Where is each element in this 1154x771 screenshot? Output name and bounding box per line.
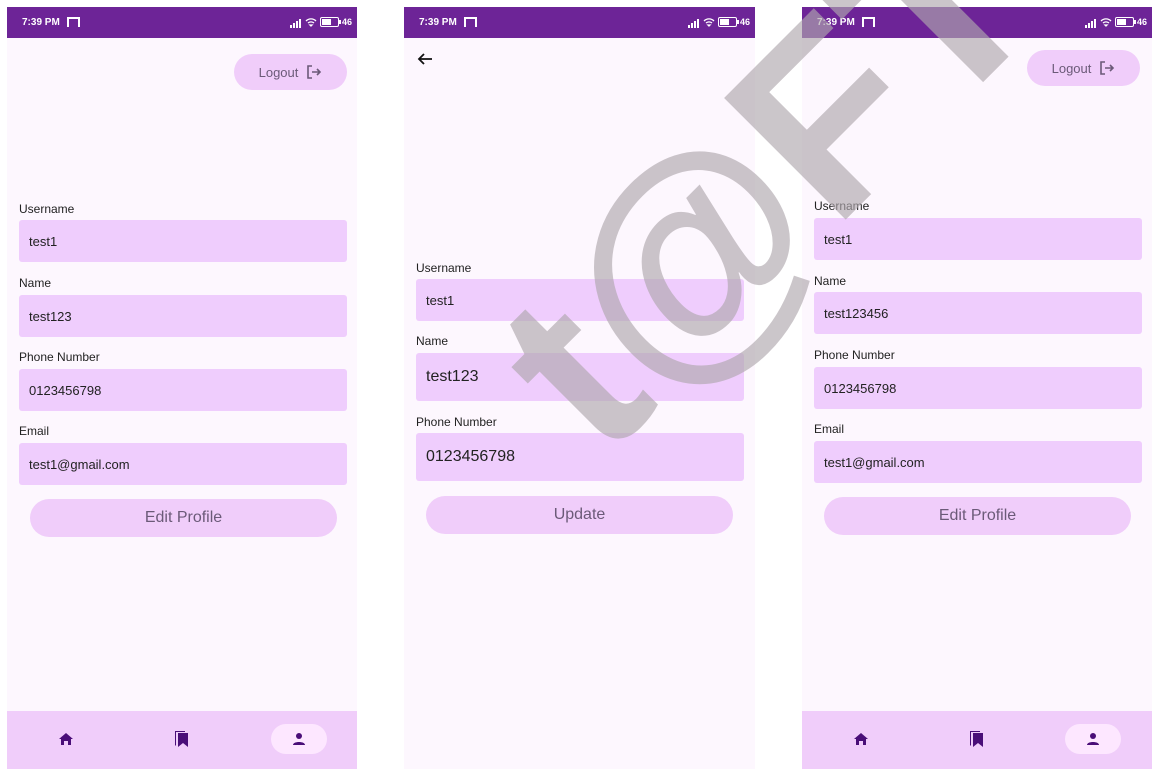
phone-screen-edit: 7:39 PM n 46 Username test1 Name test123… bbox=[404, 7, 755, 769]
name-label: Name bbox=[814, 274, 847, 288]
logout-label: Logout bbox=[258, 64, 299, 80]
phone-field[interactable]: 0123456798 bbox=[814, 367, 1142, 409]
status-bar: 7:39 PM n 46 bbox=[7, 7, 357, 38]
notification-icon: n bbox=[67, 17, 80, 27]
logout-icon bbox=[307, 65, 322, 79]
signal-icon bbox=[1084, 17, 1097, 28]
email-label: Email bbox=[19, 424, 50, 438]
battery-icon bbox=[1114, 17, 1136, 27]
email-label: Email bbox=[814, 422, 845, 436]
status-time: 7:39 PM bbox=[419, 17, 457, 28]
arrow-back-icon[interactable] bbox=[414, 50, 436, 68]
status-time: 7:39 PM bbox=[22, 17, 60, 28]
battery-percent: 46 bbox=[341, 17, 352, 27]
signal-icon bbox=[687, 17, 700, 28]
name-label: Name bbox=[19, 276, 52, 290]
name-field[interactable]: test123456 bbox=[814, 292, 1142, 334]
home-icon bbox=[59, 733, 73, 745]
battery-percent: 46 bbox=[739, 17, 750, 27]
username-label: Username bbox=[814, 199, 870, 213]
status-indicators: 46 bbox=[687, 16, 750, 28]
username-value: test1 bbox=[29, 233, 58, 249]
battery-percent: 46 bbox=[1136, 17, 1147, 27]
logout-label: Logout bbox=[1051, 60, 1092, 76]
status-indicators: 46 bbox=[289, 16, 352, 28]
username-field[interactable]: test1 bbox=[814, 218, 1142, 260]
name-value: test123456 bbox=[824, 305, 889, 321]
edit-profile-button[interactable]: Edit Profile bbox=[824, 497, 1131, 535]
name-label: Name bbox=[416, 334, 449, 348]
home-icon bbox=[854, 733, 868, 745]
username-value: test1 bbox=[426, 292, 455, 308]
logout-icon bbox=[1100, 61, 1115, 75]
name-field[interactable]: test123 bbox=[19, 295, 347, 337]
bookmarks-icon bbox=[175, 731, 188, 747]
username-label: Username bbox=[416, 261, 472, 275]
status-indicators: 46 bbox=[1084, 16, 1147, 28]
nav-home[interactable] bbox=[38, 724, 94, 754]
name-value: test123 bbox=[426, 368, 479, 385]
nav-profile[interactable] bbox=[271, 724, 327, 754]
username-label: Username bbox=[19, 202, 75, 216]
nav-home[interactable] bbox=[833, 724, 889, 754]
email-field[interactable]: test1@gmail.com bbox=[814, 441, 1142, 483]
wifi-icon bbox=[305, 18, 317, 27]
battery-icon bbox=[319, 17, 341, 27]
logout-button[interactable]: Logout bbox=[234, 54, 347, 90]
username-value: test1 bbox=[824, 231, 853, 247]
phone-screen-profile-updated: 7:39 PM n 46 Logout Username test1 Name … bbox=[802, 7, 1152, 769]
update-label: Update bbox=[553, 506, 606, 523]
notification-icon: n bbox=[862, 17, 875, 27]
wifi-icon bbox=[1100, 18, 1112, 27]
edit-profile-label: Edit Profile bbox=[144, 509, 223, 526]
phone-label: Phone Number bbox=[19, 350, 100, 364]
status-time: 7:39 PM bbox=[817, 17, 855, 28]
person-icon bbox=[293, 733, 305, 745]
phone-value: 0123456798 bbox=[426, 448, 515, 465]
person-icon bbox=[1087, 733, 1099, 745]
bottom-navigation bbox=[7, 711, 357, 769]
email-value: test1@gmail.com bbox=[824, 454, 925, 470]
notification-icon: n bbox=[464, 17, 477, 27]
edit-profile-button[interactable]: Edit Profile bbox=[30, 499, 337, 537]
phone-value: 0123456798 bbox=[29, 382, 102, 398]
update-button[interactable]: Update bbox=[426, 496, 733, 534]
email-value: test1@gmail.com bbox=[29, 456, 130, 472]
nav-bookmarks[interactable] bbox=[949, 724, 1005, 754]
signal-icon bbox=[289, 17, 302, 28]
name-value: test123 bbox=[29, 308, 72, 324]
username-field[interactable]: test1 bbox=[19, 220, 347, 262]
wifi-icon bbox=[703, 18, 715, 27]
phone-field[interactable]: 0123456798 bbox=[19, 369, 347, 411]
bookmarks-icon bbox=[970, 731, 983, 747]
username-field[interactable]: test1 bbox=[416, 279, 744, 321]
status-bar: 7:39 PM n 46 bbox=[404, 7, 755, 38]
status-bar: 7:39 PM n 46 bbox=[802, 7, 1152, 38]
battery-icon bbox=[717, 17, 739, 27]
edit-profile-label: Edit Profile bbox=[938, 507, 1017, 524]
phone-value: 0123456798 bbox=[824, 380, 897, 396]
email-field[interactable]: test1@gmail.com bbox=[19, 443, 347, 485]
phone-label: Phone Number bbox=[814, 348, 895, 362]
phone-screen-profile: 7:39 PM n 46 Logout Username test1 Name … bbox=[7, 7, 357, 769]
phone-label: Phone Number bbox=[416, 415, 497, 429]
nav-bookmarks[interactable] bbox=[154, 724, 210, 754]
phone-input[interactable]: 0123456798 bbox=[416, 433, 744, 481]
bottom-navigation bbox=[802, 711, 1152, 769]
logout-button[interactable]: Logout bbox=[1027, 50, 1140, 86]
name-input[interactable]: test123 bbox=[416, 353, 744, 401]
nav-profile[interactable] bbox=[1065, 724, 1121, 754]
